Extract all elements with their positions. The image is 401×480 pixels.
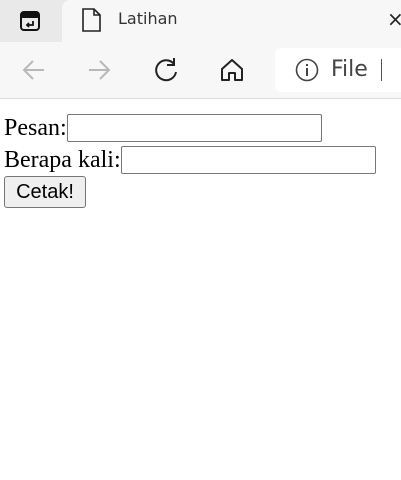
tab-actions-button[interactable] [0, 0, 60, 42]
back-arrow-icon [22, 60, 44, 80]
refresh-button[interactable] [148, 52, 184, 88]
forward-button[interactable] [81, 52, 117, 88]
pesan-row: Pesan: [4, 112, 322, 144]
jumlah-label: Berapa kali: [4, 146, 121, 173]
home-icon [221, 59, 243, 81]
address-separator [381, 59, 382, 81]
jumlah-row: Berapa kali: [4, 144, 376, 176]
tab-actions-icon [20, 11, 40, 31]
info-icon [295, 58, 319, 82]
forward-arrow-icon [89, 60, 111, 80]
tab-title: Latihan [118, 9, 178, 28]
tab-close-button[interactable]: × [387, 7, 401, 31]
address-scheme-label: File [331, 57, 368, 82]
back-button[interactable] [16, 52, 52, 88]
document-icon [82, 8, 101, 32]
pesan-input[interactable] [66, 114, 322, 142]
refresh-icon [155, 58, 177, 82]
cetak-button[interactable]: Cetak! [4, 176, 86, 208]
address-bar[interactable]: File [275, 48, 401, 92]
page-content: Pesan: Berapa kali: Cetak! [0, 99, 401, 480]
tab-strip: Latihan × [0, 0, 401, 42]
jumlah-input[interactable] [120, 146, 376, 174]
pesan-label: Pesan: [4, 114, 67, 141]
active-tab[interactable]: Latihan × [62, 0, 401, 42]
browser-toolbar: File [0, 42, 401, 99]
home-button[interactable] [214, 52, 250, 88]
